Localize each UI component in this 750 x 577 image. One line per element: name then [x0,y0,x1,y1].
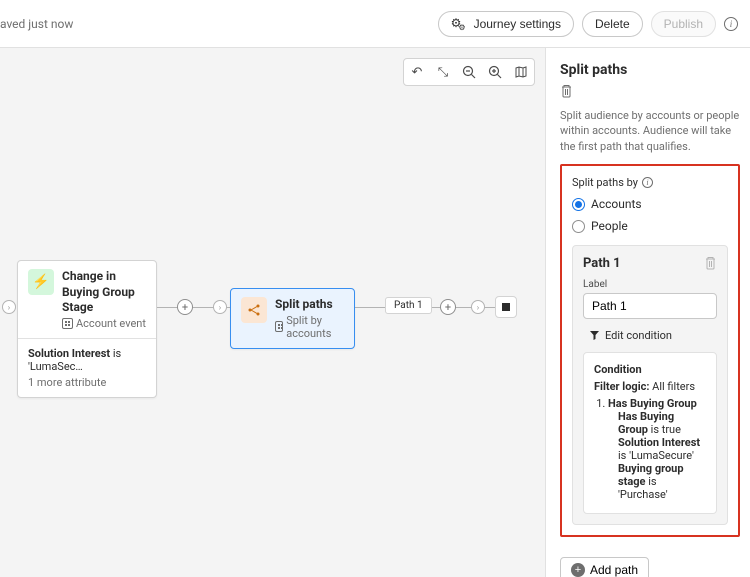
filter-icon [589,330,600,341]
radio-people-label: People [591,219,628,233]
path-label-chip[interactable]: Path 1 [385,297,432,314]
stop-icon [502,303,510,311]
filter-logic: Filter logic: All filters [594,380,706,393]
add-path-button[interactable]: + Add path [560,557,649,577]
radio-accounts-label: Accounts [591,197,642,211]
collapse-icon[interactable]: ⤡ [434,63,452,81]
undo-icon[interactable]: ↶ [408,63,426,81]
node1-title: Change in Buying Group Stage [62,269,146,316]
trash-icon[interactable] [560,84,574,98]
path1-heading: Path 1 [583,256,717,271]
add-node-button-2[interactable]: + [440,299,456,315]
split-config-box: Split paths by i Accounts People Path 1 … [560,164,740,537]
canvas-toolbar: ↶ ⤡ [403,58,535,86]
arrow-icon: › [213,300,227,314]
connector-1: + › [157,307,230,308]
node-split-paths[interactable]: Split paths Split by accounts [230,288,355,349]
arrow-icon-2: › [471,300,485,314]
zoom-in-icon[interactable] [486,63,504,81]
radio-checked-icon [572,198,585,211]
split-by-label: Split paths by i [572,176,728,189]
info-icon[interactable]: i [642,177,653,188]
node1-subtitle: Account event [62,317,146,330]
info-icon[interactable]: i [724,17,738,31]
publish-button: Publish [651,11,716,37]
panel-title: Split paths [560,62,740,78]
add-path-label: Add path [590,563,638,577]
trash-icon[interactable] [704,256,717,270]
condition-item: Has Buying Group Has Buying Group is tru… [608,397,706,501]
radio-accounts[interactable]: Accounts [572,197,728,211]
plus-icon: + [571,563,585,577]
condition-summary: Condition Filter logic: All filters Has … [583,352,717,514]
topbar-actions: Journey settings Delete Publish i [438,11,738,37]
lightning-icon: ⚡ [28,269,54,295]
gears-icon [451,17,469,31]
condition-heading: Condition [594,363,706,376]
path-1-card: Path 1 Label Edit condition Condition Fi… [572,245,728,525]
path-label-input[interactable] [583,293,717,319]
properties-panel: Split paths Split audience by accounts o… [545,48,750,577]
node2-title: Split paths [275,297,344,313]
edit-condition-button[interactable]: Edit condition [589,329,717,342]
node1-detail: Solution Interest is 'LumaSec… [28,347,146,373]
zoom-out-icon[interactable] [460,63,478,81]
node2-subtitle: Split by accounts [275,314,344,340]
arrow-icon-start: › [2,300,16,314]
journey-canvas[interactable]: ↶ ⤡ ⚡ Change in Buying Group Stage Accou… [0,48,545,577]
panel-description: Split audience by accounts or people wit… [560,108,740,154]
connector-2: Path 1 + › [355,307,500,308]
end-node[interactable] [495,296,517,318]
radio-unchecked-icon [572,220,585,233]
path-label-field-label: Label [583,279,717,290]
journey-settings-label: Journey settings [474,17,561,31]
node-change-buying-group[interactable]: ⚡ Change in Buying Group Stage Account e… [17,260,157,398]
map-icon[interactable] [512,63,530,81]
edit-condition-label: Edit condition [605,329,672,342]
top-bar: aved just now Journey settings Delete Pu… [0,0,750,48]
journey-settings-button[interactable]: Journey settings [438,11,574,37]
saved-status: aved just now [0,17,73,31]
add-node-button[interactable]: + [177,299,193,315]
delete-button[interactable]: Delete [582,11,643,37]
radio-people[interactable]: People [572,219,728,233]
node1-more: 1 more attribute [28,376,146,389]
split-icon [241,297,267,323]
